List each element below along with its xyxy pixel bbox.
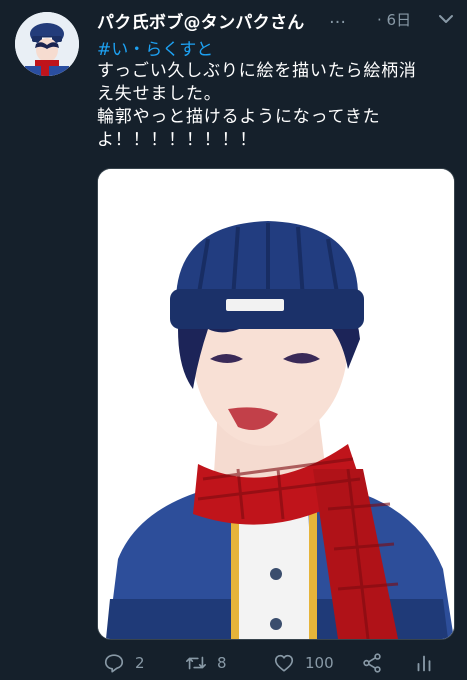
illustration-image xyxy=(98,169,454,639)
heart-icon xyxy=(274,654,294,672)
timestamp[interactable]: · 6日 xyxy=(377,9,411,30)
tweet-text: すっごい久しぶりに絵を描いたら絵柄消 え失せました。 輪郭やっと描けるようになっ… xyxy=(97,60,457,152)
like-count: 100 xyxy=(305,654,334,672)
display-name[interactable]: パク氏ボブ@タンパクさん xyxy=(97,8,327,33)
retweet-icon xyxy=(186,656,206,670)
name-ellipsis: … xyxy=(329,8,346,28)
avatar-image xyxy=(15,12,79,76)
tweet-text-line: すっごい久しぶりに絵を描いたら絵柄消 xyxy=(97,61,417,81)
retweet-button[interactable]: 8 xyxy=(185,650,227,676)
reply-icon xyxy=(104,654,124,673)
tweet-image[interactable] xyxy=(97,168,455,640)
reply-button[interactable]: 2 xyxy=(103,650,145,676)
share-button[interactable] xyxy=(361,650,383,676)
share-icon xyxy=(363,653,381,673)
tweet[interactable]: パク氏ボブ@タンパクさん … · 6日 #い・らくすと すっごい久しぶりに絵を描… xyxy=(0,0,467,680)
tweet-text-line: 輪郭やっと描けるようになってきた xyxy=(97,107,381,127)
tweet-actions: 2 8 100 xyxy=(97,650,457,678)
chevron-down-icon[interactable] xyxy=(437,10,455,28)
hashtag-link[interactable]: #い・らくすと xyxy=(97,35,213,60)
like-button[interactable]: 100 xyxy=(273,650,334,676)
analytics-button[interactable] xyxy=(413,650,435,676)
analytics-icon xyxy=(417,655,431,672)
reply-count: 2 xyxy=(135,654,145,672)
tweet-text-line: よ！！！！！！！！ xyxy=(97,130,258,150)
tweet-text-line: え失せました。 xyxy=(97,84,222,104)
retweet-count: 8 xyxy=(217,654,227,672)
avatar[interactable] xyxy=(15,12,79,76)
tweet-header: パク氏ボブ@タンパクさん … · 6日 xyxy=(97,8,455,34)
